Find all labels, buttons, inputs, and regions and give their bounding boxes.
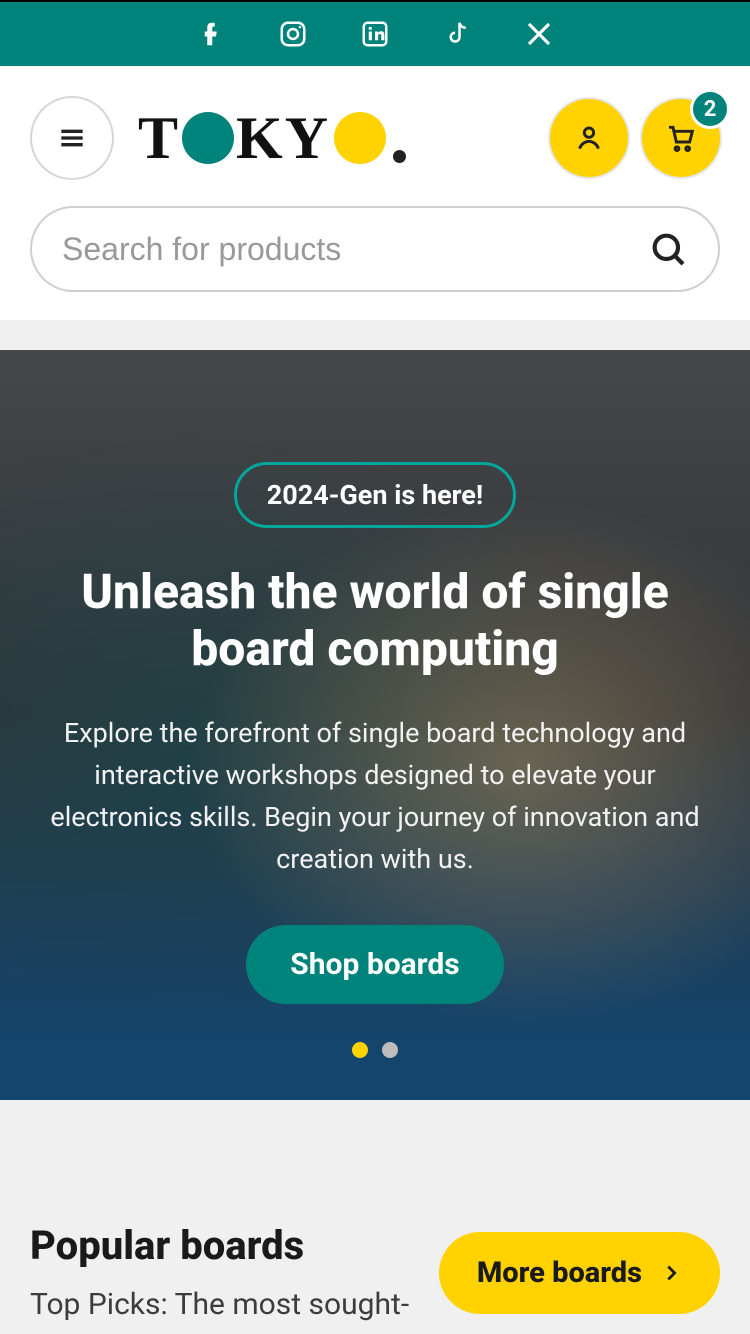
account-button[interactable] bbox=[550, 99, 628, 177]
chevron-right-icon bbox=[660, 1262, 682, 1284]
social-top-bar bbox=[0, 0, 750, 66]
search-bar[interactable] bbox=[30, 206, 720, 292]
popular-boards-section: Popular boards Top Picks: The most sough… bbox=[0, 1100, 750, 1322]
user-icon bbox=[573, 122, 605, 154]
search-icon bbox=[648, 229, 688, 269]
logo-yellow-dot-icon bbox=[334, 112, 386, 164]
hero-banner: 2024-Gen is here! Unleash the world of s… bbox=[0, 350, 750, 1100]
site-logo[interactable]: T K Y bbox=[138, 104, 526, 173]
cart-badge: 2 bbox=[690, 89, 730, 129]
more-boards-button[interactable]: More boards bbox=[439, 1232, 720, 1314]
header: T K Y 2 bbox=[0, 66, 750, 320]
hero-announcement-pill: 2024-Gen is here! bbox=[234, 462, 516, 528]
hamburger-icon bbox=[56, 122, 88, 154]
logo-char: Y bbox=[285, 104, 330, 173]
menu-button[interactable] bbox=[30, 96, 114, 180]
logo-char: K bbox=[236, 104, 285, 173]
section-subtitle: Top Picks: The most sought- bbox=[30, 1287, 419, 1322]
hero-description: Explore the forefront of single board te… bbox=[34, 713, 716, 880]
more-boards-label: More boards bbox=[477, 1256, 642, 1290]
cart-icon bbox=[665, 122, 697, 154]
linkedin-icon[interactable] bbox=[360, 19, 390, 49]
logo-period-icon bbox=[393, 150, 406, 163]
search-input[interactable] bbox=[62, 231, 648, 268]
instagram-icon[interactable] bbox=[278, 19, 308, 49]
carousel-dot-2[interactable] bbox=[382, 1042, 398, 1058]
carousel-dot-1[interactable] bbox=[352, 1042, 368, 1058]
x-icon[interactable] bbox=[524, 19, 554, 49]
hero-title: Unleash the world of single board comput… bbox=[34, 564, 716, 677]
facebook-icon[interactable] bbox=[196, 19, 226, 49]
section-title: Popular boards bbox=[30, 1222, 419, 1269]
logo-char: T bbox=[138, 104, 180, 173]
logo-green-dot-icon bbox=[182, 112, 234, 164]
shop-boards-button[interactable]: Shop boards bbox=[246, 925, 503, 1004]
carousel-dots bbox=[0, 1042, 750, 1058]
tiktok-icon[interactable] bbox=[442, 19, 472, 49]
